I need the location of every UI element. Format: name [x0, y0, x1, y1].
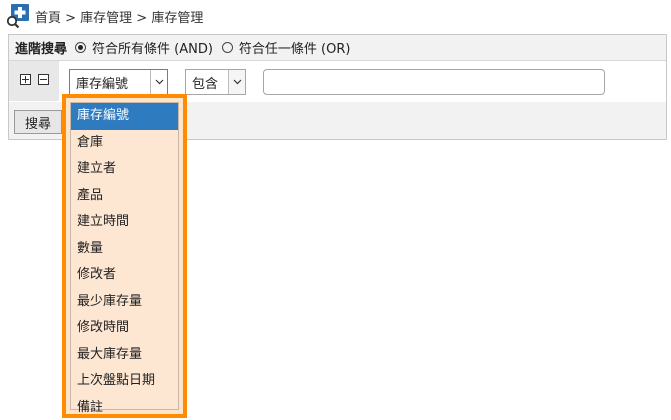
condition-controls [9, 61, 59, 101]
search-value-input[interactable] [263, 69, 605, 95]
field-select-value: 庫存編號 [76, 76, 129, 92]
search-button[interactable]: 搜尋 [14, 110, 62, 134]
dropdown-option[interactable]: 建立者 [71, 156, 178, 183]
dropdown-option[interactable]: 修改者 [71, 262, 178, 289]
field-dropdown-highlight: 庫存編號 倉庫 建立者 產品 建立時間 數量 修改者 最少庫存量 修改時間 最大… [62, 94, 187, 418]
page: 首頁 > 庫存管理 > 庫存管理 進階搜尋 符合所有條件 (AND) 符合任一條… [0, 0, 671, 420]
breadcrumb: 首頁 > 庫存管理 > 庫存管理 [5, 3, 203, 29]
dropdown-option[interactable]: 庫存編號 [71, 103, 178, 130]
dropdown-option[interactable]: 上次盤點日期 [71, 368, 178, 395]
remove-condition-button[interactable] [38, 74, 49, 85]
dropdown-option[interactable]: 倉庫 [71, 130, 178, 157]
chevron-down-icon[interactable] [150, 70, 167, 94]
field-dropdown-list: 庫存編號 倉庫 建立者 產品 建立時間 數量 修改者 最少庫存量 修改時間 最大… [70, 102, 179, 415]
dropdown-option[interactable]: 最大庫存量 [71, 342, 178, 369]
document-search-icon [5, 3, 31, 29]
match-any-label[interactable]: 符合任一條件 (OR) [239, 38, 351, 57]
dropdown-option[interactable]: 備註 [71, 395, 178, 420]
chevron-down-icon[interactable] [228, 70, 245, 94]
breadcrumb-path: 首頁 > 庫存管理 > 庫存管理 [35, 10, 204, 26]
search-mode-bar: 進階搜尋 符合所有條件 (AND) 符合任一條件 (OR) [9, 35, 666, 61]
match-all-label[interactable]: 符合所有條件 (AND) [92, 38, 213, 57]
dropdown-option[interactable]: 產品 [71, 183, 178, 210]
match-all-radio[interactable] [75, 42, 87, 53]
add-condition-button[interactable] [20, 74, 31, 85]
operator-select-value: 包含 [192, 76, 219, 92]
dropdown-option[interactable]: 建立時間 [71, 209, 178, 236]
dropdown-option[interactable]: 修改時間 [71, 315, 178, 342]
advanced-search-label: 進階搜尋 [15, 42, 68, 57]
dropdown-option[interactable]: 最少庫存量 [71, 289, 178, 316]
match-any-radio[interactable] [221, 42, 233, 53]
dropdown-option[interactable]: 數量 [71, 236, 178, 263]
operator-select[interactable]: 包含 [185, 69, 246, 95]
field-select[interactable]: 庫存編號 [69, 69, 168, 95]
